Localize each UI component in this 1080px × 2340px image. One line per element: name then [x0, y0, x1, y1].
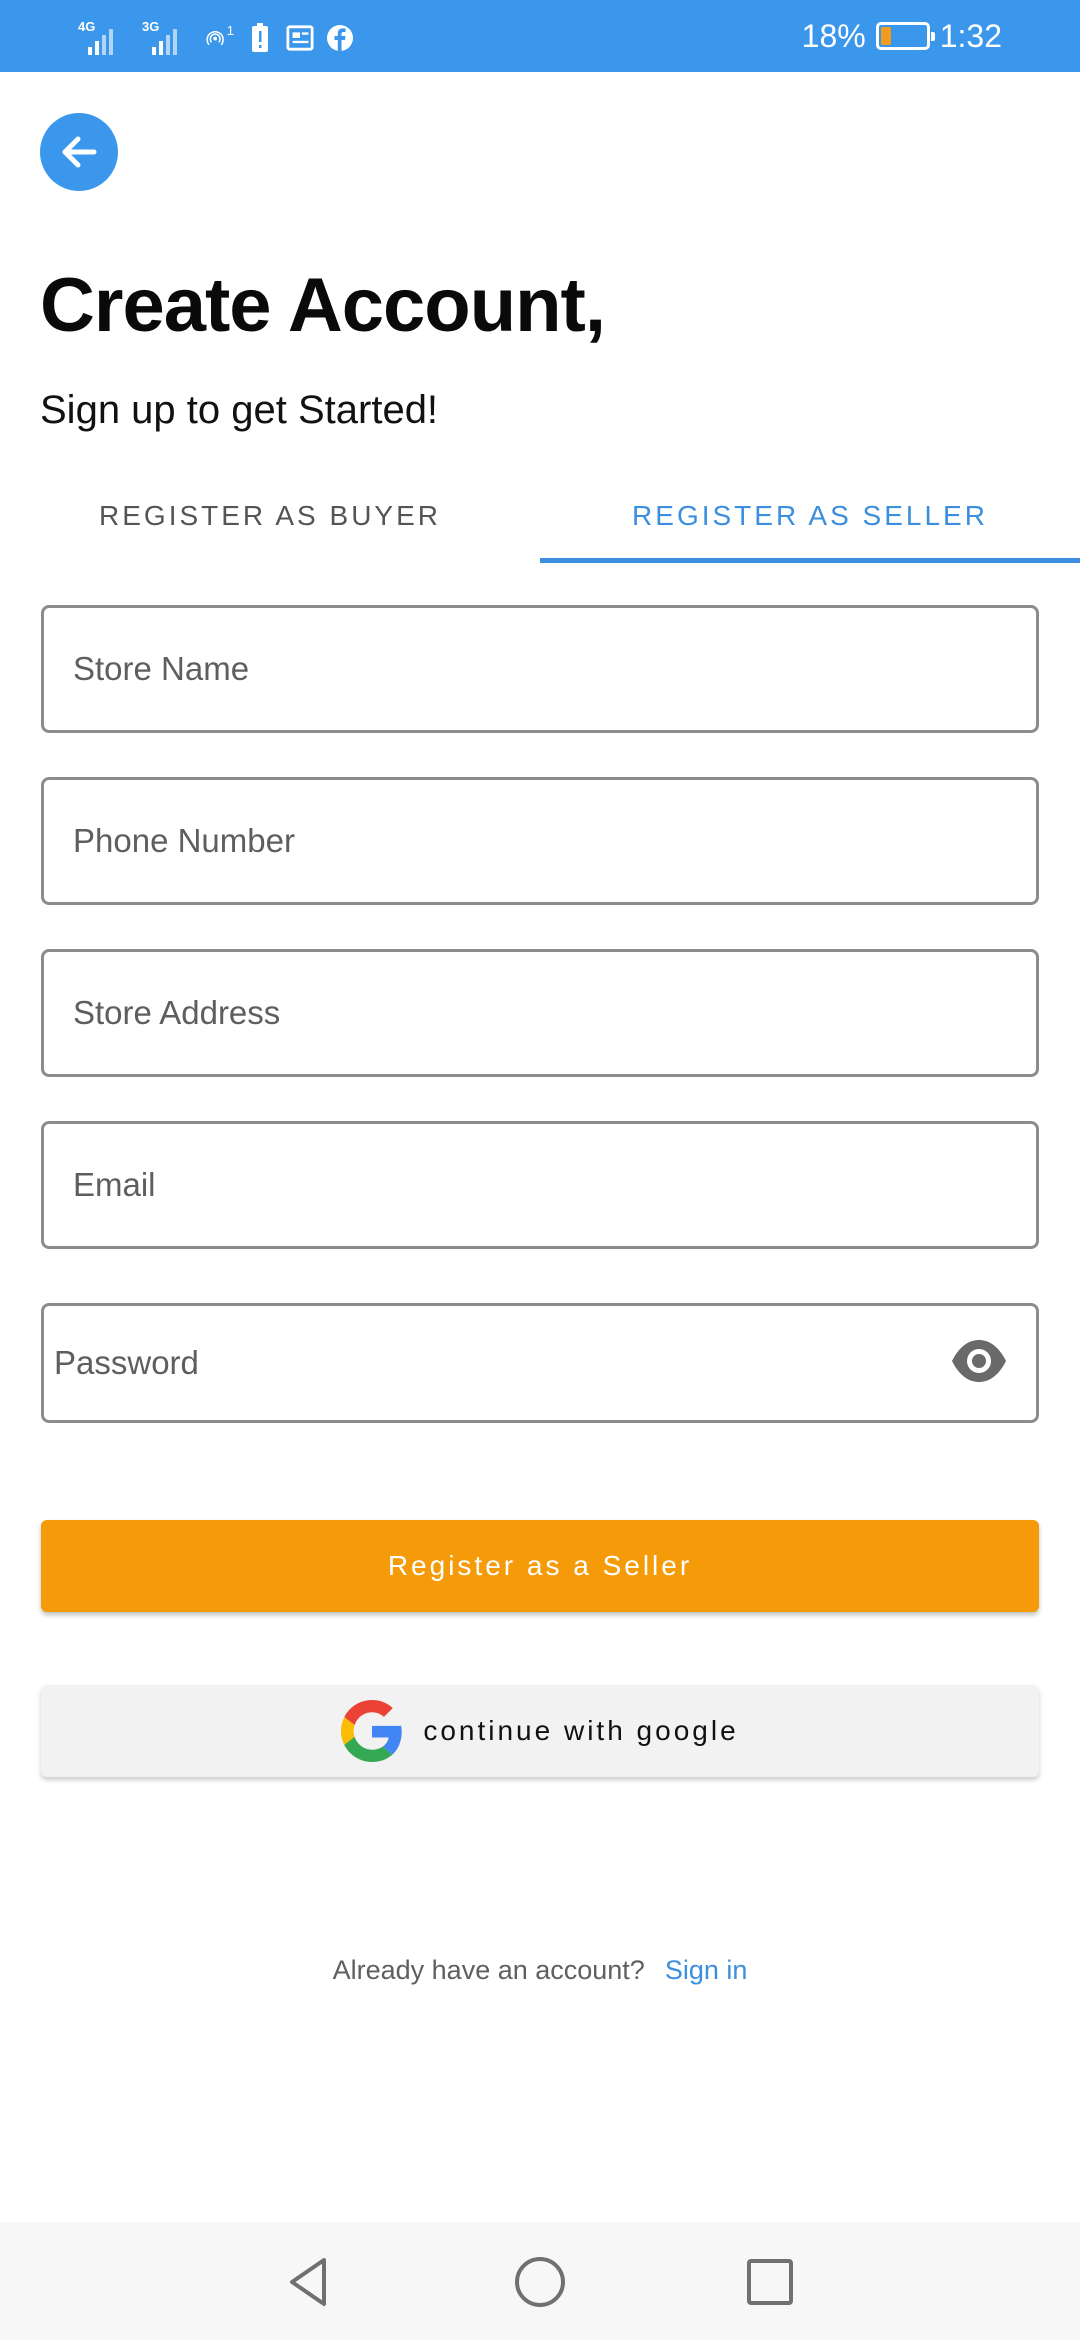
hotspot-icon: 1 [206, 22, 234, 52]
register-seller-label: Register as a Seller [387, 1550, 693, 1581]
password-input[interactable] [44, 1306, 1036, 1420]
tab-selected-indicator [540, 558, 1080, 563]
signal-4g-icon: 4G [78, 19, 130, 55]
battery-icon [875, 22, 935, 50]
store-name-input[interactable] [44, 608, 1036, 730]
email-input[interactable] [44, 1124, 1036, 1246]
store-address-input[interactable] [44, 952, 1036, 1074]
signin-link[interactable]: Sign in [665, 1955, 748, 1986]
register-tabs: REGISTER AS BUYER REGISTER AS SELLER [0, 470, 1080, 563]
square-recents-icon[interactable] [740, 2252, 800, 2312]
circle-home-icon[interactable] [510, 2252, 570, 2312]
eye-icon[interactable] [950, 1336, 1008, 1386]
register-seller-button[interactable]: Register as a Seller [41, 1520, 1039, 1612]
news-icon [286, 24, 314, 52]
battery-percent: 18% [801, 17, 866, 54]
phone-number-input[interactable] [44, 780, 1036, 902]
google-logo-icon [341, 1700, 403, 1762]
tab-register-buyer[interactable]: REGISTER AS BUYER [0, 470, 540, 562]
facebook-icon [326, 24, 354, 52]
status-icons-left: 4G 3G 1 [78, 18, 354, 58]
arrow-left-icon [62, 136, 97, 168]
status-icons-right: 18% 1:32 [802, 16, 1002, 56]
store-name-field [41, 605, 1039, 733]
tab-register-seller[interactable]: REGISTER AS SELLER [540, 470, 1080, 562]
signal-3g-icon: 3G [142, 19, 194, 55]
continue-with-google-button[interactable]: continue with google [41, 1685, 1039, 1777]
signin-question: Already have an account? [332, 1955, 645, 1985]
signin-prompt: Already have an account? Sign in [0, 1955, 1080, 1986]
system-nav-bar [0, 2222, 1080, 2340]
phone-number-field [41, 777, 1039, 905]
page-title: Create Account, [40, 263, 606, 348]
triangle-back-icon[interactable] [280, 2252, 340, 2312]
email-field [41, 1121, 1039, 1249]
google-button-label: continue with google [423, 1715, 739, 1746]
store-address-field [41, 949, 1039, 1077]
hotspot-count: 1 [226, 22, 234, 38]
battery-alert-icon [246, 23, 274, 52]
clock: 1:32 [939, 17, 1002, 54]
page-subtitle: Sign up to get Started! [40, 388, 439, 432]
status-bar: 4G 3G 1 18% 1:32 [0, 0, 1080, 72]
password-field [41, 1303, 1039, 1423]
back-button[interactable] [40, 113, 118, 191]
